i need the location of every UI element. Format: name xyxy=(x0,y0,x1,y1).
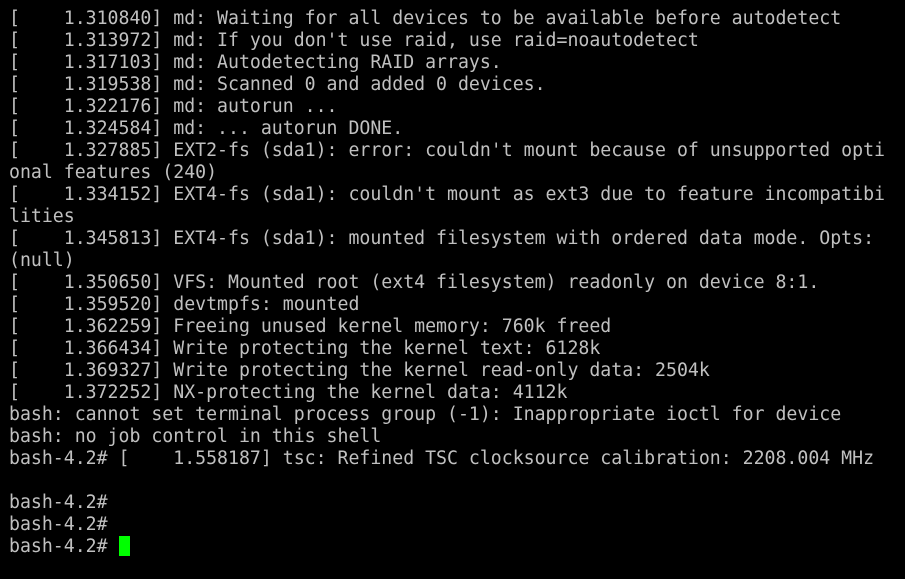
console-line: [ 1.322176] md: autorun ... xyxy=(9,96,338,117)
console-line: [ 1.327885] EXT2-fs (sda1): error: could… xyxy=(9,140,885,161)
console-line: [ 1.366434] Write protecting the kernel … xyxy=(9,338,601,359)
console-line: onal features (240) xyxy=(9,162,218,183)
console-line: [ 1.350650] VFS: Mounted root (ext4 file… xyxy=(9,272,820,293)
console-line: [ 1.319538] md: Scanned 0 and added 0 de… xyxy=(9,74,546,95)
console-line: bash-4.2# [ 1.558187] tsc: Refined TSC c… xyxy=(9,448,875,469)
console-line: bash: cannot set terminal process group … xyxy=(9,404,842,425)
console-line: [ 1.359520] devtmpfs: mounted xyxy=(9,294,360,315)
console-line: [ 1.372252] NX-protecting the kernel dat… xyxy=(9,382,568,403)
console-line: bash: no job control in this shell xyxy=(9,426,382,447)
console-line: (null) xyxy=(9,250,75,271)
console-line: lities xyxy=(9,206,75,227)
console-line: [ 1.313972] md: If you don't use raid, u… xyxy=(9,30,699,51)
console-line: [ 1.369327] Write protecting the kernel … xyxy=(9,360,710,381)
prompt-line[interactable]: bash-4.2# xyxy=(9,536,905,558)
console-line: [ 1.334152] EXT4-fs (sda1): couldn't mou… xyxy=(9,184,885,205)
console-line: bash-4.2# xyxy=(9,514,108,535)
terminal-window[interactable]: [ 1.310840] md: Waiting for all devices … xyxy=(0,0,905,579)
text-cursor[interactable] xyxy=(118,536,130,556)
console-line: [ 1.362259] Freeing unused kernel memory… xyxy=(9,316,612,337)
console-line: bash-4.2# xyxy=(9,492,108,513)
prompt-text: bash-4.2# xyxy=(9,536,119,557)
console-line: [ 1.310840] md: Waiting for all devices … xyxy=(9,8,842,29)
console-line: [ 1.317103] md: Autodetecting RAID array… xyxy=(9,52,502,73)
console-line: [ 1.345813] EXT4-fs (sda1): mounted file… xyxy=(9,228,875,249)
console-line: [ 1.324584] md: ... autorun DONE. xyxy=(9,118,404,139)
